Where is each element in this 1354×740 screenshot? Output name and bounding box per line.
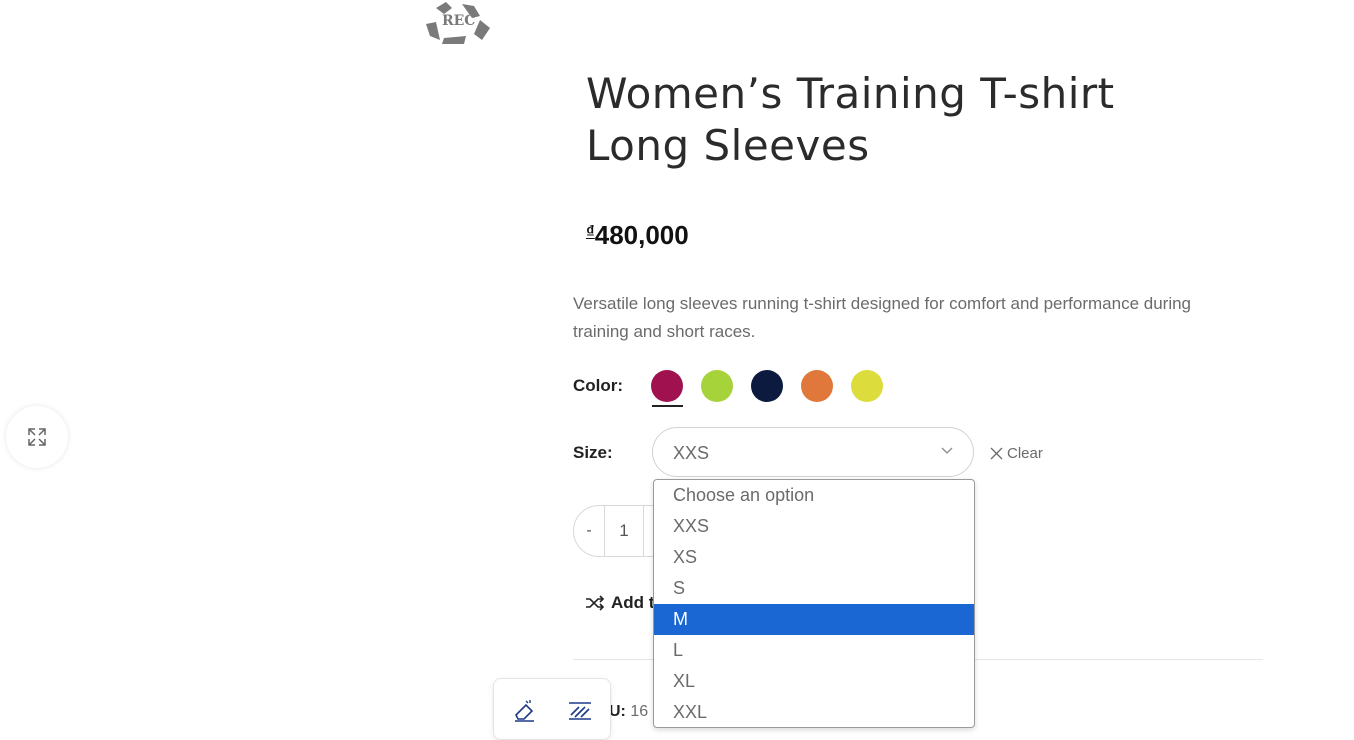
- shuffle-icon: [586, 595, 605, 611]
- expand-image-button[interactable]: [6, 406, 68, 468]
- color-swatch-lime[interactable]: [701, 370, 733, 402]
- sku-line: U: 16: [609, 703, 648, 721]
- sku-label: U:: [609, 703, 626, 720]
- size-label: Size:: [573, 443, 613, 462]
- color-swatch-navy[interactable]: [751, 370, 783, 402]
- product-price: ₫480,000: [586, 220, 689, 251]
- add-to-compare-label: Add t: [611, 593, 655, 612]
- price-currency: ₫: [586, 222, 595, 241]
- size-option-xxl[interactable]: XXL: [654, 697, 974, 727]
- size-option-xs[interactable]: XS: [654, 542, 974, 573]
- color-swatch-orange[interactable]: [801, 370, 833, 402]
- size-select[interactable]: XXS: [652, 427, 974, 477]
- close-icon: [990, 447, 1003, 460]
- size-option-l[interactable]: L: [654, 635, 974, 666]
- color-label: Color:: [573, 376, 624, 395]
- clear-size-link[interactable]: Clear: [990, 445, 1043, 462]
- product-description: Versatile long sleeves running t-shirt d…: [573, 290, 1233, 346]
- sku-value: 16: [630, 703, 649, 720]
- size-select-value: XXS: [673, 443, 710, 463]
- size-option-xl[interactable]: XL: [654, 666, 974, 697]
- product-title-line-1: Women’s Training T-shirt: [586, 69, 1115, 118]
- selected-swatch-indicator: [652, 405, 683, 407]
- description-line-1: Versatile long sleeves running t-shirt d…: [573, 294, 1192, 313]
- size-dropdown-list: Choose an option XXS XS S M L XL XXL: [653, 479, 975, 728]
- clear-size-label: Clear: [1007, 445, 1043, 462]
- size-option-choose-an-option[interactable]: Choose an option: [654, 480, 974, 511]
- price-amount: 480,000: [594, 220, 689, 250]
- add-to-compare-link[interactable]: Add t: [585, 593, 654, 613]
- recycle-icon: REC: [426, 2, 490, 44]
- color-swatch-yellow[interactable]: [851, 370, 883, 402]
- description-line-2: training and short races.: [573, 322, 756, 341]
- color-swatch-magenta[interactable]: [651, 370, 683, 402]
- svg-text:REC: REC: [442, 13, 475, 29]
- eraser-icon[interactable]: [512, 699, 538, 723]
- size-option-m[interactable]: M: [654, 604, 974, 635]
- quantity-decrease-button[interactable]: -: [574, 506, 605, 556]
- product-title: Women’s Training T-shirt Long Sleeves: [586, 68, 1186, 172]
- size-option-s[interactable]: S: [654, 573, 974, 604]
- quantity-input[interactable]: 1: [605, 506, 644, 556]
- chevron-down-icon: [941, 447, 953, 454]
- floating-tool-panel: [493, 678, 611, 740]
- rec-logo: REC: [422, 0, 494, 46]
- pattern-icon[interactable]: [567, 699, 593, 723]
- size-option-xxs[interactable]: XXS: [654, 511, 974, 542]
- expand-icon: [28, 428, 46, 446]
- product-title-line-2: Long Sleeves: [586, 121, 870, 170]
